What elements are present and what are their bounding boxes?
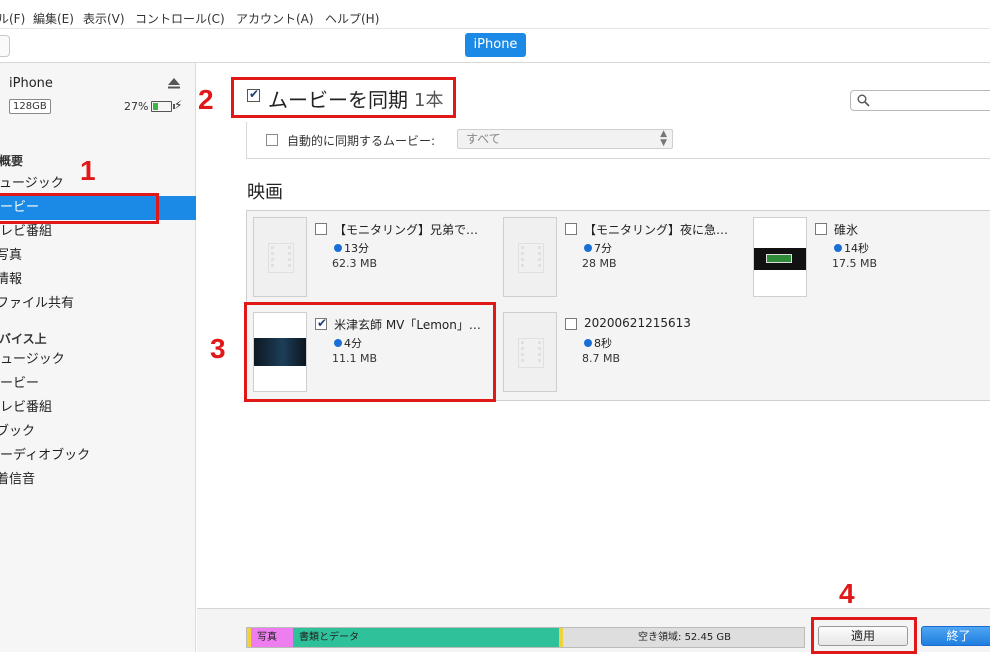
- sidebar-item-label: ュージック: [0, 352, 65, 367]
- movie-size: 17.5 MB: [832, 257, 878, 270]
- unwatched-dot-icon: [584, 339, 592, 347]
- section-title-movies: 映画: [247, 182, 283, 203]
- sidebar-device-audiobooks[interactable]: ーディオブック: [0, 444, 196, 468]
- sidebar-item-label: ービー: [0, 376, 40, 391]
- device-tab-iphone[interactable]: iPhone: [465, 33, 526, 57]
- movie-duration: 7分: [584, 240, 612, 256]
- sidebar-item-label: レビ番組: [0, 400, 53, 415]
- done-button[interactable]: 終了: [921, 626, 990, 646]
- select-arrows-icon: ▲ ▼: [660, 129, 667, 148]
- movie-duration: 8秒: [584, 335, 612, 351]
- sidebar-header-on-device: バイス上: [0, 332, 47, 346]
- unwatched-dot-icon: [834, 244, 842, 252]
- movie-thumbnail: [753, 217, 807, 297]
- movie-thumbnail: [503, 217, 557, 297]
- back-button[interactable]: [0, 35, 10, 57]
- search-icon: [857, 94, 870, 107]
- movie-thumbnail: [503, 312, 557, 392]
- menu-view[interactable]: 表示(V): [83, 10, 125, 27]
- storage-bar: 写真 書類とデータ 空き領域: 52.45 GB: [246, 627, 805, 648]
- movie-duration: 13分: [334, 240, 369, 256]
- sidebar-item-summary[interactable]: 概要: [0, 152, 23, 169]
- eject-icon[interactable]: [167, 76, 181, 90]
- auto-sync-select[interactable]: すべて ▲ ▼: [457, 129, 673, 149]
- sidebar-item-label: 情報: [0, 272, 23, 287]
- menu-bar: ル(F) 編集(E) 表示(V) コントロール(C) アカウント(A) ヘルプ(…: [0, 0, 990, 29]
- movie-title: 【モニタリング】兄弟で…: [334, 223, 479, 237]
- movie-checkbox[interactable]: [315, 223, 327, 235]
- annotation-number-1: 1: [80, 155, 96, 186]
- sidebar-device-movies[interactable]: ービー: [0, 372, 196, 396]
- movie-size: 8.7 MB: [582, 352, 621, 365]
- sidebar-device-tv[interactable]: レビ番組: [0, 396, 196, 420]
- movie-checkbox[interactable]: [565, 318, 577, 330]
- sidebar-item-file-sharing[interactable]: ファイル共有: [0, 292, 192, 316]
- menu-edit[interactable]: 編集(E): [33, 10, 74, 27]
- film-placeholder-icon: [518, 338, 544, 368]
- annotation-box-4: [811, 617, 917, 654]
- auto-sync-selected-value: すべて: [466, 132, 501, 146]
- movie-title: 【モニタリング】夜に急…: [584, 223, 729, 237]
- sidebar-item-photos[interactable]: 写真: [0, 244, 192, 268]
- device-name: iPhone: [9, 76, 53, 91]
- movie-thumbnail: [253, 217, 307, 297]
- sidebar-item-info[interactable]: 情報: [0, 268, 192, 292]
- sidebar-item-label: 写真: [0, 248, 23, 263]
- auto-sync-label: 自動的に同期するムービー:: [287, 134, 436, 148]
- unwatched-dot-icon: [584, 244, 592, 252]
- storage-segment-documents: 書類とデータ: [293, 628, 559, 647]
- menu-help[interactable]: ヘルプ(H): [325, 10, 379, 27]
- film-placeholder-icon: [518, 243, 544, 273]
- battery-icon: [151, 101, 175, 112]
- battery-percent: 27%: [124, 100, 149, 113]
- video-frame-icon: [754, 248, 806, 270]
- menu-controls[interactable]: コントロール(C): [135, 10, 225, 27]
- annotation-number-2: 2: [198, 84, 214, 115]
- annotation-number-4: 4: [839, 578, 855, 609]
- annotation-box-1: [0, 193, 159, 224]
- movie-checkbox[interactable]: [565, 223, 577, 235]
- sidebar-device-tones[interactable]: 着信音: [0, 468, 192, 492]
- sidebar-device-music[interactable]: ュージック: [0, 348, 196, 372]
- movie-title: 碓氷: [834, 223, 859, 237]
- toolbar: iPhone: [0, 29, 990, 63]
- sidebar-device-books[interactable]: ブック: [0, 420, 192, 444]
- search-input[interactable]: [850, 90, 990, 111]
- sidebar-item-label: 着信音: [0, 472, 36, 487]
- film-placeholder-icon: [268, 243, 294, 273]
- movie-size: 62.3 MB: [332, 257, 378, 270]
- movie-size: 28 MB: [582, 257, 617, 270]
- sidebar-item-label: ーディオブック: [0, 448, 91, 463]
- movie-checkbox[interactable]: [815, 223, 827, 235]
- capacity-badge: 128GB: [9, 99, 51, 114]
- annotation-box-3: [244, 302, 496, 402]
- sidebar-item-label: ファイル共有: [0, 296, 75, 311]
- auto-sync-checkbox[interactable]: [266, 134, 278, 146]
- annotation-number-3: 3: [210, 333, 226, 364]
- menu-account[interactable]: アカウント(A): [236, 10, 314, 27]
- unwatched-dot-icon: [334, 244, 342, 252]
- storage-segment-photos: 写真: [251, 628, 293, 647]
- movie-duration: 14秒: [834, 240, 869, 256]
- annotation-box-2: [231, 77, 456, 118]
- charging-icon: ⚡: [174, 98, 183, 112]
- movie-title: 20200621215613: [584, 316, 691, 330]
- sidebar-item-label: ブック: [0, 424, 36, 439]
- menu-file[interactable]: ル(F): [0, 10, 25, 27]
- storage-segment-free: 空き領域: 52.45 GB: [563, 628, 804, 647]
